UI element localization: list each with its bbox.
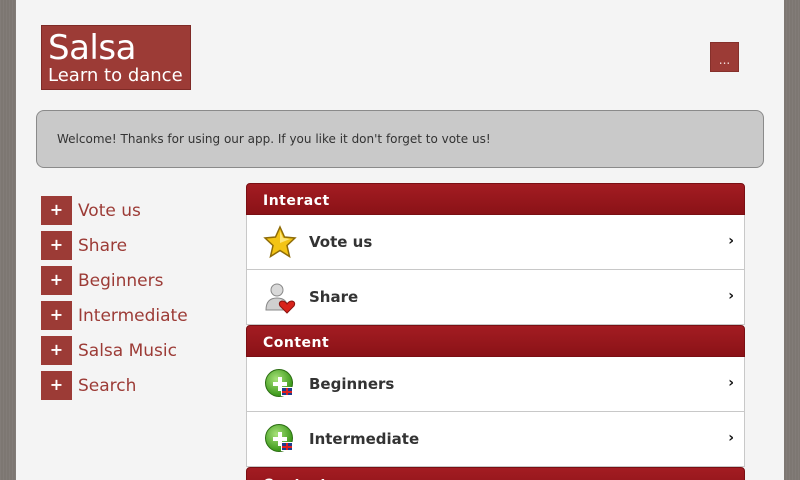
plus-icon: +: [41, 266, 72, 295]
welcome-text: Welcome! Thanks for using our app. If yo…: [57, 132, 491, 146]
list-item-label: Share: [309, 288, 359, 306]
sidebar-item-beginners[interactable]: + Beginners: [41, 263, 188, 298]
sidebar-item-label: Search: [78, 375, 137, 396]
chevron-right-icon: ›: [728, 288, 734, 304]
sidebar-item-label: Intermediate: [78, 305, 188, 326]
user-heart-icon: [263, 280, 297, 314]
uk-flag-icon: [281, 442, 293, 451]
app-logo[interactable]: Salsa Learn to dance: [41, 25, 191, 90]
group-header-contact: Contact: [246, 467, 745, 480]
sidebar-item-salsa-music[interactable]: + Salsa Music: [41, 333, 188, 368]
sidebar-item-label: Vote us: [78, 200, 141, 221]
list-item-vote-us[interactable]: Vote us ›: [246, 215, 745, 270]
chevron-right-icon: ›: [728, 375, 734, 391]
add-english-icon: [263, 422, 297, 456]
list-item-intermediate[interactable]: Intermediate ›: [246, 412, 745, 467]
sidebar-item-search[interactable]: + Search: [41, 368, 188, 403]
main-list-panel: Interact Vote us › Share › Content Begin…: [246, 183, 745, 480]
plus-icon: +: [41, 196, 72, 225]
sidebar-item-label: Share: [78, 235, 128, 256]
page-container: Salsa Learn to dance ... Welcome! Thanks…: [16, 0, 784, 480]
logo-title: Salsa: [48, 28, 136, 68]
sidebar-item-vote-us[interactable]: + Vote us: [41, 193, 188, 228]
sidebar-item-label: Salsa Music: [78, 340, 177, 361]
plus-icon: +: [41, 231, 72, 260]
plus-icon: +: [41, 336, 72, 365]
list-item-share[interactable]: Share ›: [246, 270, 745, 325]
sidebar-nav: + Vote us + Share + Beginners + Intermed…: [41, 193, 188, 403]
logo-subtitle: Learn to dance: [48, 65, 183, 86]
add-english-icon: [263, 367, 297, 401]
list-item-label: Beginners: [309, 375, 395, 393]
plus-icon: +: [41, 301, 72, 330]
list-item-label: Intermediate: [309, 430, 420, 448]
menu-button[interactable]: ...: [710, 42, 739, 72]
group-header-content: Content: [246, 325, 745, 357]
chevron-right-icon: ›: [728, 233, 734, 249]
welcome-banner: Welcome! Thanks for using our app. If yo…: [36, 110, 764, 168]
group-header-interact: Interact: [246, 183, 745, 215]
list-item-beginners[interactable]: Beginners ›: [246, 357, 745, 412]
star-icon: [263, 225, 297, 259]
chevron-right-icon: ›: [728, 430, 734, 446]
sidebar-item-share[interactable]: + Share: [41, 228, 188, 263]
plus-icon: +: [41, 371, 72, 400]
sidebar-item-intermediate[interactable]: + Intermediate: [41, 298, 188, 333]
uk-flag-icon: [281, 387, 293, 396]
sidebar-item-label: Beginners: [78, 270, 164, 291]
list-item-label: Vote us: [309, 233, 373, 251]
